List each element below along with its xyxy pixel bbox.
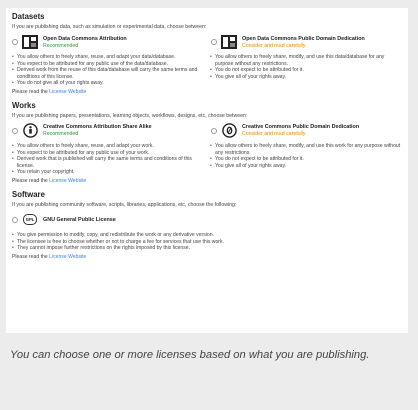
odc-pddl-radio[interactable]: [211, 39, 217, 45]
odc-pddl-status: Consider and read carefully: [242, 42, 306, 49]
list-item: You give all of your rights away.: [210, 163, 402, 170]
odc-pddl-name: Open Data Commons Public Domain Dedicati…: [242, 35, 365, 42]
software-title: Software: [12, 189, 45, 199]
list-item: You do not give all of your rights away.: [12, 80, 204, 87]
odc-attribution-radio[interactable]: [12, 39, 18, 45]
list-item: You do not expect to be attributed for i…: [210, 156, 402, 163]
list-item: You expect to be attributed for any publ…: [12, 150, 204, 157]
caption: You can choose one or more licenses base…: [10, 349, 370, 361]
read-prefix: Please read the: [12, 88, 48, 95]
datasets-read-line: Please read the License Website: [12, 89, 402, 95]
cc-zero-name: Creative Commons Public Domain Dedicatio…: [242, 124, 360, 131]
odc-attribution-bullets: You allow others to freely share, reuse,…: [12, 54, 204, 87]
read-prefix: Please read the: [12, 253, 48, 260]
cc-by-sa-name: Creative Commons Attribution Share Alike: [43, 124, 152, 131]
list-item: The licensee is free to choose whether o…: [12, 239, 402, 246]
works-title: Works: [12, 100, 36, 110]
software-license-link[interactable]: License Website: [49, 254, 86, 260]
list-item: You allow others to freely share, modify…: [210, 54, 402, 67]
list-item: You allow others to freely share, modify…: [210, 143, 402, 156]
gpl-icon: GPL: [22, 212, 38, 228]
list-item: They cannot impose further restrictions …: [12, 245, 402, 252]
cc-zero-icon: [221, 123, 237, 139]
gpl-radio[interactable]: [12, 216, 18, 223]
software-intro: If you are publishing community software…: [12, 201, 237, 208]
list-item: You do not expect to be attributed for i…: [210, 67, 402, 74]
datasets-title: Datasets: [12, 12, 45, 21]
works-read-line: Please read the License Website: [12, 178, 402, 184]
odc-logo-icon: [22, 34, 38, 50]
gpl-bullets: You give permission to modify, copy, and…: [12, 232, 402, 252]
odc-logo-icon: [221, 34, 237, 50]
license-panel: Datasets If you are publishing data, suc…: [6, 8, 408, 333]
list-item: You retain your copyright.: [12, 169, 204, 176]
works-license-link[interactable]: License Website: [49, 178, 86, 184]
works-intro: If you are publishing papers, presentati…: [12, 112, 248, 119]
odc-pddl-bullets: You allow others to freely share, modify…: [210, 54, 402, 87]
option-cc-by-sa[interactable]: Creative Commons Attribution Share Alike…: [12, 123, 203, 139]
cc-zero-bullets: You allow others to freely share, modify…: [210, 143, 402, 176]
list-item: You expect to be attributed for any publ…: [12, 61, 204, 68]
gpl-name: GNU General Public License: [43, 216, 116, 223]
cc-by-icon: [22, 123, 38, 139]
odc-attribution-status: Recommended: [43, 42, 79, 49]
option-odc-attribution[interactable]: Open Data Commons Attribution Recommende…: [12, 34, 203, 50]
cc-zero-radio[interactable]: [211, 127, 217, 134]
cc-by-sa-bullets: You allow others to freely share, reuse,…: [12, 143, 204, 176]
datasets-intro: If you are publishing data, such as simu…: [12, 24, 207, 30]
read-prefix: Please read the: [12, 177, 48, 184]
list-item: You give all of your rights away.: [210, 74, 402, 81]
list-item: You allow others to freely share, reuse,…: [12, 54, 204, 61]
cc-by-sa-status: Recommended: [43, 131, 79, 138]
option-gpl[interactable]: GPL GNU General Public License: [12, 212, 208, 228]
cc-by-sa-radio[interactable]: [12, 127, 18, 134]
list-item: You give permission to modify, copy, and…: [12, 232, 402, 239]
odc-attribution-name: Open Data Commons Attribution: [43, 35, 127, 42]
list-item: You allow others to freely share, reuse,…: [12, 143, 204, 150]
list-item: Derived work from the reuse of this data…: [12, 67, 204, 80]
option-cc-zero[interactable]: Creative Commons Public Domain Dedicatio…: [211, 123, 402, 139]
option-odc-pddl[interactable]: Open Data Commons Public Domain Dedicati…: [211, 34, 402, 50]
datasets-license-link[interactable]: License Website: [49, 89, 86, 95]
software-read-line: Please read the License Website: [12, 254, 402, 260]
list-item: Derived work that is published will carr…: [12, 156, 204, 169]
gpl-badge: GPL: [23, 214, 37, 226]
cc-zero-status: Consider and read carefully: [242, 131, 306, 138]
